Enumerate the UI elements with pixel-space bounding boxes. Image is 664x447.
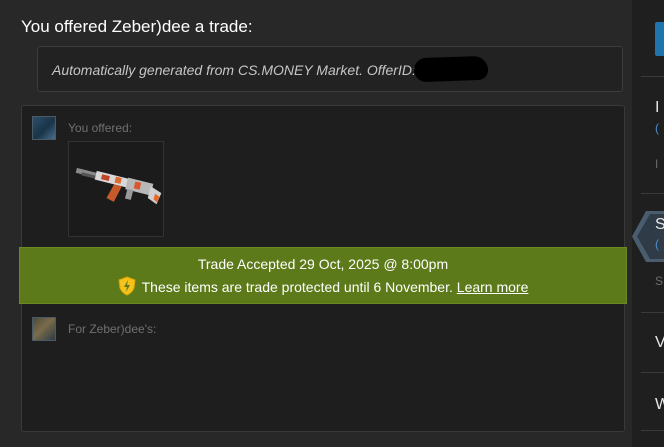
trade-protection-notice: These items are trade protected until 6 … — [19, 276, 627, 296]
sidebar-item-1-desc: I — [655, 157, 659, 171]
sidebar-item-1-title[interactable]: I — [655, 99, 659, 117]
sidebar-item-2-desc: S — [655, 274, 664, 288]
offer-message-box: Automatically generated from CS.MONEY Ma… — [37, 46, 623, 92]
sidebar-item-2-sub: ( — [655, 237, 659, 251]
sidebar-item-3-title[interactable]: V — [655, 334, 664, 352]
learn-more-link[interactable]: Learn more — [457, 279, 529, 295]
offered-item-tile[interactable] — [68, 141, 164, 237]
sidebar-divider — [641, 430, 664, 431]
my-avatar[interactable] — [32, 116, 56, 140]
sidebar-item-1-sub: ( — [655, 121, 659, 135]
protection-text: These items are trade protected until 6 … — [141, 279, 453, 295]
sidebar-action-button[interactable] — [655, 22, 664, 56]
right-sidebar: I ( I S ( S V W — [632, 0, 664, 447]
ak47-rifle-skin-icon — [75, 167, 162, 205]
sidebar-divider — [641, 372, 664, 373]
sidebar-divider — [641, 312, 664, 313]
trade-offer-panel: You offered Zeber)dee a trade: Automatic… — [0, 0, 632, 447]
trade-accepted-text: Trade Accepted 29 Oct, 2025 @ 8:00pm — [197, 256, 449, 272]
offer-message-text: Automatically generated from CS.MONEY Ma… — [52, 62, 416, 78]
sidebar-divider — [641, 76, 664, 77]
shield-protection-icon — [118, 276, 136, 296]
sidebar-divider — [641, 193, 664, 194]
redacted-offer-id — [413, 55, 489, 83]
trade-accepted-banner: Trade Accepted 29 Oct, 2025 @ 8:00pm The… — [19, 247, 627, 304]
partner-avatar[interactable] — [32, 317, 56, 341]
for-partner-label: For Zeber)dee's: — [68, 322, 157, 336]
page-title: You offered Zeber)dee a trade: — [21, 17, 253, 36]
you-offered-label: You offered: — [68, 121, 133, 135]
sidebar-item-4-title[interactable]: W — [655, 396, 664, 414]
sidebar-item-2-title[interactable]: S — [655, 216, 664, 234]
